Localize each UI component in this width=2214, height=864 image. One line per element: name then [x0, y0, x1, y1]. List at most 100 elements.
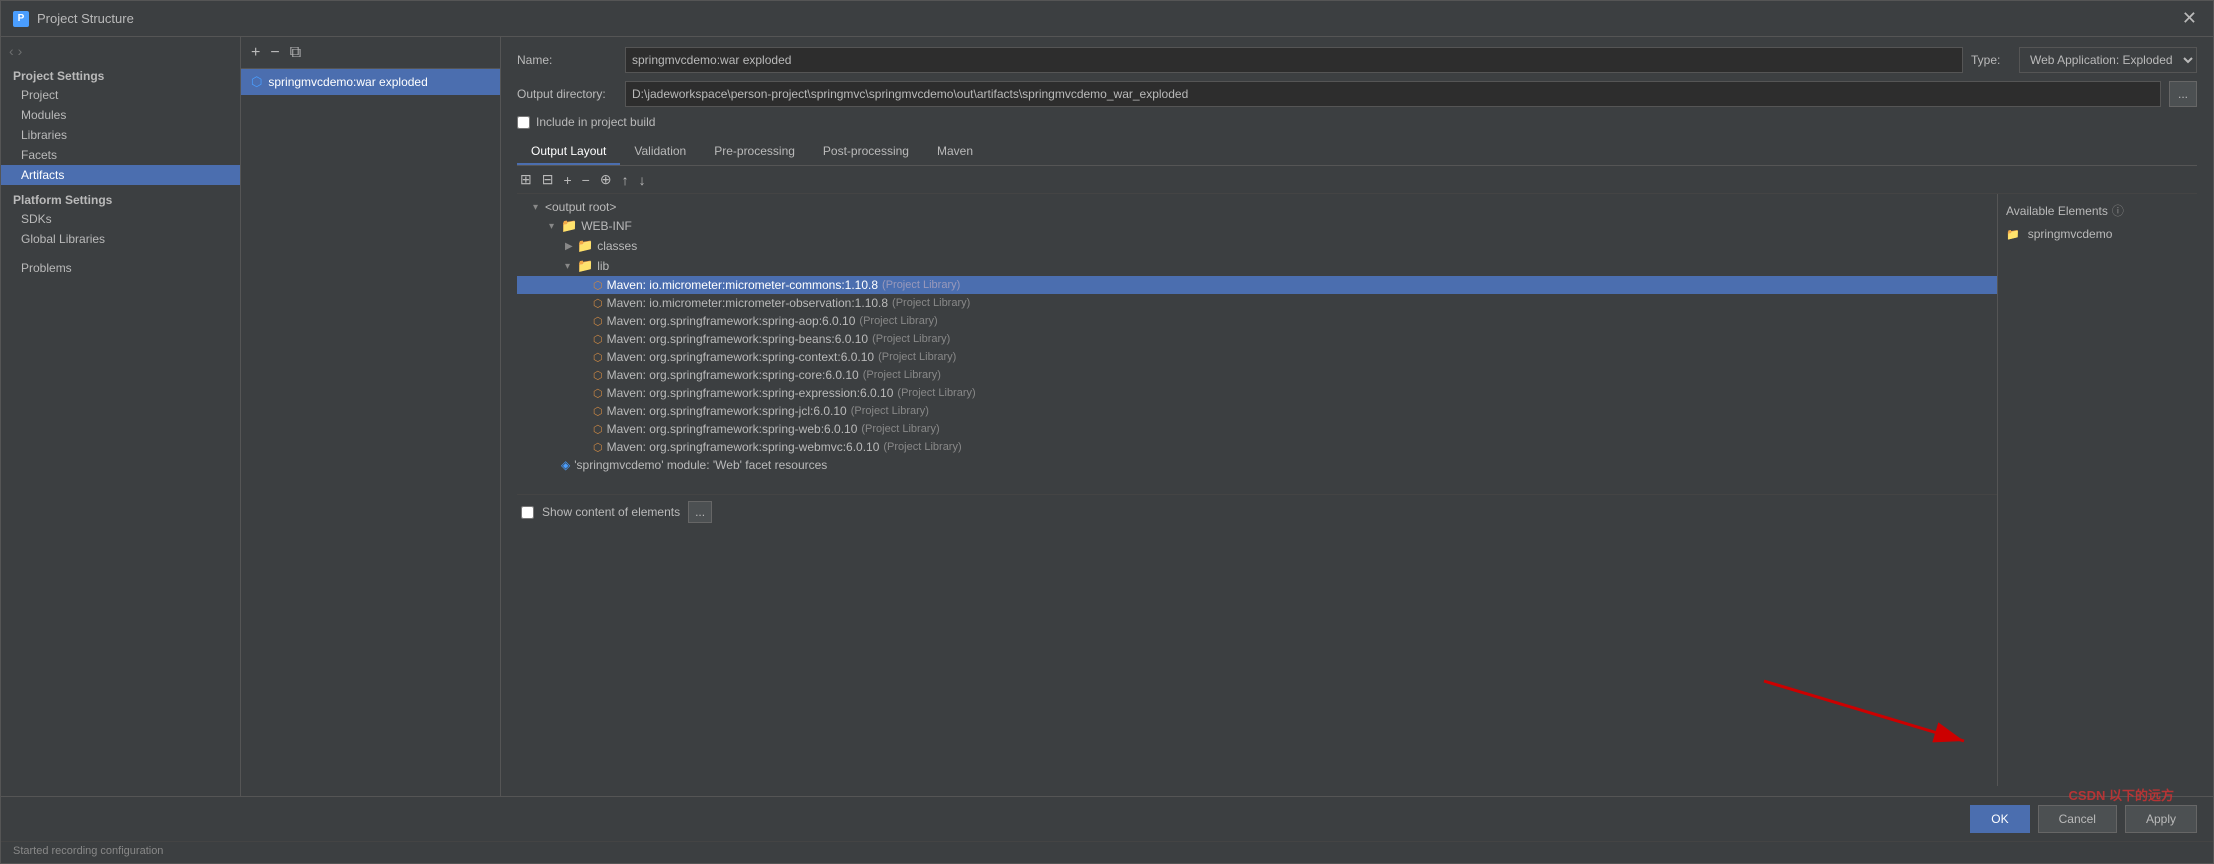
name-row: Name: Type: Web Application: Exploded — [517, 47, 2197, 73]
tab-maven[interactable]: Maven — [923, 139, 987, 165]
output-dir-input[interactable] — [625, 81, 2161, 107]
folder-icon: 📁 — [2006, 228, 2020, 241]
sidebar-item-project[interactable]: Project — [1, 85, 240, 105]
tree-maven-item-9[interactable]: ⬡ Maven: org.springframework:spring-webm… — [517, 438, 1997, 456]
back-arrow[interactable]: ‹ — [9, 43, 14, 59]
tree-maven-item-3[interactable]: ⬡ Maven: org.springframework:spring-bean… — [517, 330, 1997, 348]
layout-btn-down[interactable]: ↓ — [636, 172, 649, 188]
available-elements-panel: Available Elements ⓘ 📁 springmvcdemo — [1997, 194, 2197, 786]
sidebar-item-modules[interactable]: Modules — [1, 105, 240, 125]
tree-root[interactable]: ▾ <output root> — [517, 198, 1997, 216]
csdn-watermark: CSDN 以下的远方 — [2069, 785, 2174, 804]
tabs-bar: Output Layout Validation Pre-processing … — [517, 139, 2197, 166]
tree-web-inf[interactable]: ▾ 📁 WEB-INF — [517, 216, 1997, 236]
include-in-build-row: Include in project build — [517, 115, 2197, 129]
ok-button[interactable]: OK — [1970, 805, 2029, 833]
artifact-list-item[interactable]: ⬡ springmvcdemo:war exploded — [241, 69, 500, 95]
tree-maven-item-1[interactable]: ⬡ Maven: io.micrometer:micrometer-observ… — [517, 294, 1997, 312]
tree-maven-item-5[interactable]: ⬡ Maven: org.springframework:spring-core… — [517, 366, 1997, 384]
tab-post-processing[interactable]: Post-processing — [809, 139, 923, 165]
layout-btn-grid[interactable]: ⊞ — [517, 171, 535, 188]
tree-maven-item-6[interactable]: ⬡ Maven: org.springframework:spring-expr… — [517, 384, 1997, 402]
jar-icon: ⬡ — [593, 315, 603, 328]
footer: OK Cancel Apply — [1, 796, 2213, 841]
folder-icon: 📁 — [561, 218, 577, 234]
layout-btn-up[interactable]: ↑ — [619, 172, 632, 188]
tree-module-item[interactable]: ◈ 'springmvcdemo' module: 'Web' facet re… — [517, 456, 1997, 474]
classes-label: classes — [597, 239, 637, 253]
available-elements-title: Available Elements ⓘ — [2006, 202, 2189, 219]
module-label: 'springmvcdemo' module: 'Web' facet reso… — [574, 458, 827, 472]
output-dir-row: Output directory: ... — [517, 81, 2197, 107]
include-in-build-label: Include in project build — [536, 115, 655, 129]
tree-maven-item-4[interactable]: ⬡ Maven: org.springframework:spring-cont… — [517, 348, 1997, 366]
tree-maven-item-8[interactable]: ⬡ Maven: org.springframework:spring-web:… — [517, 420, 1997, 438]
jar-icon: ⬡ — [593, 387, 603, 400]
title-bar: P Project Structure ✕ — [1, 1, 2213, 37]
module-icon: ◈ — [561, 458, 570, 472]
jar-icon: ⬡ — [593, 441, 603, 454]
detail-panel: Name: Type: Web Application: Exploded Ou… — [501, 37, 2213, 796]
layout-btn-remove[interactable]: − — [579, 172, 593, 188]
include-in-build-checkbox[interactable] — [517, 116, 530, 129]
layout-btn-list[interactable]: ⊟ — [539, 171, 557, 188]
name-label: Name: — [517, 53, 617, 67]
jar-icon: ⬡ — [593, 333, 603, 346]
show-content-label: Show content of elements — [542, 505, 680, 519]
tree-classes[interactable]: ▶ 📁 classes — [517, 236, 1997, 256]
nav-arrows: ‹ › — [1, 37, 240, 65]
sidebar-item-sdks[interactable]: SDKs — [1, 209, 240, 229]
folder-icon: 📁 — [577, 238, 593, 254]
browse-button[interactable]: ... — [2169, 81, 2197, 107]
split-view: ▾ <output root> ▾ 📁 WEB-INF ▶ 📁 — [517, 194, 2197, 786]
cancel-button[interactable]: Cancel — [2038, 805, 2117, 833]
forward-arrow[interactable]: › — [18, 43, 23, 59]
project-structure-window: P Project Structure ✕ ‹ › Project Settin… — [0, 0, 2214, 864]
tree-lib[interactable]: ▾ 📁 lib — [517, 256, 1997, 276]
folder-icon: 📁 — [577, 258, 593, 274]
sidebar-item-libraries[interactable]: Libraries — [1, 125, 240, 145]
main-content: ‹ › Project Settings Project Modules Lib… — [1, 37, 2213, 796]
available-item-springmvcdemo[interactable]: 📁 springmvcdemo — [2006, 225, 2189, 243]
tab-pre-processing[interactable]: Pre-processing — [700, 139, 809, 165]
jar-icon: ⬡ — [593, 351, 603, 364]
layout-btn-expand[interactable]: ⊕ — [597, 171, 615, 188]
layout-btn-add[interactable]: + — [560, 172, 574, 188]
tree-panel: ▾ <output root> ▾ 📁 WEB-INF ▶ 📁 — [517, 194, 1997, 786]
jar-icon: ⬡ — [593, 279, 603, 292]
project-settings-label: Project Settings — [1, 65, 240, 85]
lib-label: lib — [597, 259, 609, 273]
sidebar-item-problems[interactable]: Problems — [1, 253, 240, 278]
sidebar-item-facets[interactable]: Facets — [1, 145, 240, 165]
remove-artifact-button[interactable]: − — [268, 45, 281, 61]
artifact-list-panel: + − ⧉ ⬡ springmvcdemo:war exploded — [241, 37, 501, 796]
artifact-icon: ⬡ — [251, 74, 262, 90]
show-content-row: Show content of elements ... — [517, 494, 1997, 529]
tree-maven-item-0[interactable]: ⬡ Maven: io.micrometer:micrometer-common… — [517, 276, 1997, 294]
tree-maven-item-7[interactable]: ⬡ Maven: org.springframework:spring-jcl:… — [517, 402, 1997, 420]
apply-button[interactable]: Apply — [2125, 805, 2197, 833]
name-input[interactable] — [625, 47, 1963, 73]
web-inf-label: WEB-INF — [581, 219, 632, 233]
tree-maven-item-2[interactable]: ⬡ Maven: org.springframework:spring-aop:… — [517, 312, 1997, 330]
add-artifact-button[interactable]: + — [249, 45, 262, 61]
artifact-toolbar: + − ⧉ — [241, 37, 500, 69]
show-content-checkbox[interactable] — [521, 506, 534, 519]
platform-settings-label: Platform Settings — [1, 185, 240, 209]
window-title: Project Structure — [37, 11, 2178, 26]
type-select[interactable]: Web Application: Exploded — [2019, 47, 2197, 73]
copy-artifact-button[interactable]: ⧉ — [288, 45, 303, 61]
show-content-btn[interactable]: ... — [688, 501, 712, 523]
close-button[interactable]: ✕ — [2178, 8, 2201, 29]
tab-validation[interactable]: Validation — [620, 139, 700, 165]
status-text: Started recording configuration — [13, 845, 163, 857]
jar-icon: ⬡ — [593, 405, 603, 418]
sidebar: ‹ › Project Settings Project Modules Lib… — [1, 37, 241, 796]
tab-output-layout[interactable]: Output Layout — [517, 139, 620, 165]
sidebar-item-artifacts[interactable]: Artifacts — [1, 165, 240, 185]
type-label: Type: — [1971, 53, 2011, 67]
jar-icon: ⬡ — [593, 297, 603, 310]
output-dir-label: Output directory: — [517, 87, 617, 101]
sidebar-item-global-libraries[interactable]: Global Libraries — [1, 229, 240, 249]
root-label: <output root> — [545, 200, 616, 214]
